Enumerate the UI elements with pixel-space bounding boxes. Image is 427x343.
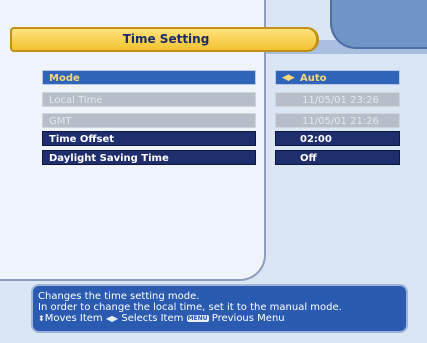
gmt-value: 11/05/01 21:26	[275, 113, 400, 128]
time-setting-screen: Time Setting Mode ◀▶ Auto Local Time 11/…	[0, 0, 427, 343]
menu-item-value: 11/05/01 21:26	[302, 116, 379, 127]
menu-item-local-time: Local Time	[42, 92, 256, 107]
help-description: Changes the time setting mode.	[38, 291, 200, 302]
menu-item-label: Local Time	[49, 95, 103, 106]
page-title: Time Setting	[122, 32, 210, 46]
left-right-arrows-icon: ◀▶	[105, 314, 119, 323]
help-instruction: In order to change the local time, set i…	[38, 302, 342, 313]
menu-item-label: Mode	[49, 73, 80, 84]
menu-item-mode[interactable]: Mode	[42, 70, 256, 85]
menu-item-value: Off	[300, 153, 317, 164]
help-panel: Changes the time setting mode. In order …	[31, 284, 408, 333]
up-down-arrows-icon: ⬍	[38, 314, 45, 323]
time-offset-value[interactable]: 02:00	[275, 131, 400, 146]
menu-item-label: Daylight Saving Time	[49, 153, 169, 164]
menu-item-time-offset[interactable]: Time Offset	[42, 131, 256, 146]
menu-item-value: Auto	[300, 73, 327, 84]
help-key-legend: ⬍Moves Item ◀▶ Selects Item MENU Previou…	[38, 313, 406, 324]
menu-item-daylight-saving-time[interactable]: Daylight Saving Time	[42, 150, 256, 165]
left-right-arrows-icon: ◀▶	[282, 73, 295, 83]
menu-item-gmt: GMT	[42, 113, 256, 128]
menu-key-icon: MENU	[186, 315, 209, 322]
menu-item-label: GMT	[49, 116, 72, 127]
mode-value-selector[interactable]: ◀▶ Auto	[275, 70, 400, 85]
selects-item-label: Selects Item	[121, 313, 184, 324]
corner-decoration	[330, 0, 427, 49]
moves-item-label: Moves Item	[44, 313, 103, 324]
menu-item-label: Time Offset	[49, 134, 115, 145]
local-time-value: 11/05/01 23:26	[275, 92, 400, 107]
daylight-saving-value[interactable]: Off	[275, 150, 400, 165]
menu-item-value: 02:00	[300, 134, 332, 145]
previous-menu-label: Previous Menu	[211, 313, 285, 324]
title-bar: Time Setting	[10, 27, 319, 52]
menu-item-value: 11/05/01 23:26	[302, 95, 379, 106]
